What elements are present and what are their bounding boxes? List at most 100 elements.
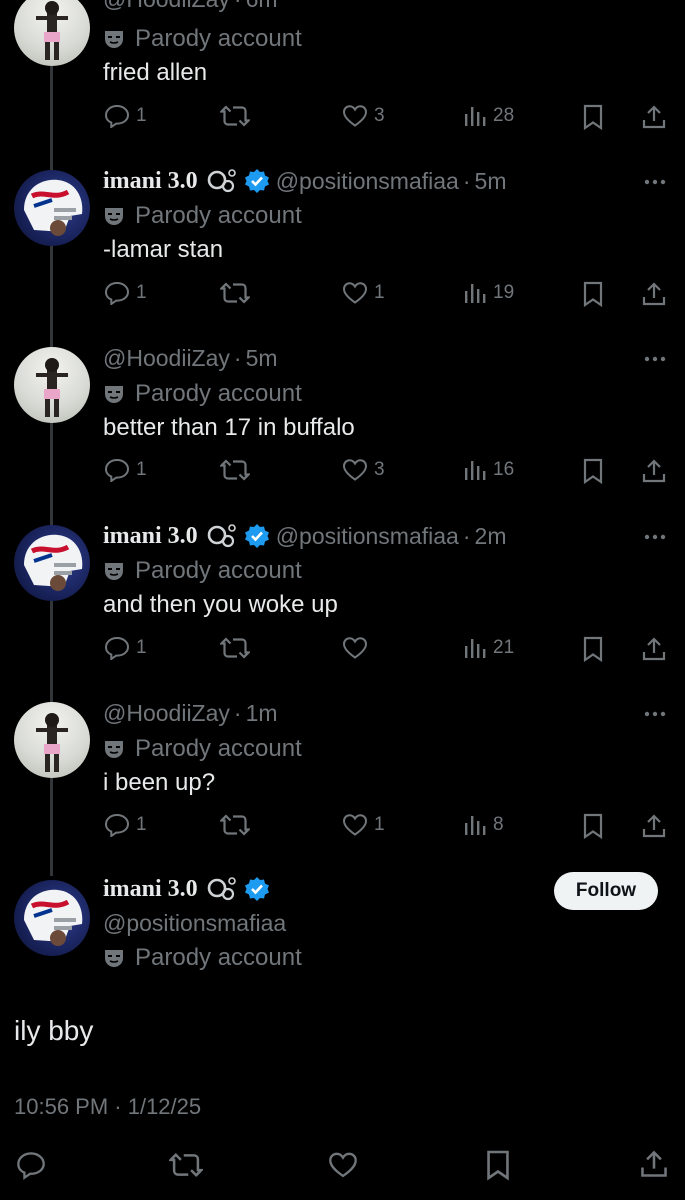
parody-text: Parody account [135, 735, 302, 762]
reply-button[interactable] [16, 1150, 46, 1180]
tweet-header: @HoodiiZay · 1m [103, 700, 278, 727]
handle[interactable]: @positionsmafiaa [276, 523, 459, 550]
like-button[interactable]: 3 [342, 104, 385, 128]
rings-emoji-icon [207, 524, 236, 548]
retweet-button[interactable] [169, 1151, 203, 1179]
views-button[interactable]: 19 [463, 281, 514, 305]
retweet-icon [220, 637, 250, 659]
bookmark-icon [583, 458, 603, 484]
avatar[interactable] [14, 0, 90, 66]
views-button[interactable]: 21 [463, 636, 514, 660]
handle[interactable]: @HoodiiZay [103, 0, 230, 13]
handle[interactable]: @HoodiiZay [103, 345, 230, 372]
handle[interactable]: @positionsmafiaa [276, 168, 459, 195]
retweet-button[interactable] [220, 104, 250, 128]
more-icon[interactable] [643, 349, 667, 374]
avatar[interactable] [14, 347, 90, 423]
heart-icon [329, 1152, 357, 1178]
more-icon[interactable] [643, 172, 667, 197]
separator: · [233, 700, 242, 726]
share-button[interactable] [639, 1149, 669, 1179]
like-button[interactable]: 1 [342, 813, 385, 837]
bookmark-button[interactable] [582, 636, 604, 662]
parody-mask-icon [105, 741, 123, 758]
reply-button[interactable]: 1 [104, 281, 147, 305]
like-button[interactable] [328, 1151, 358, 1179]
share-button[interactable] [641, 813, 667, 839]
like-button[interactable]: 1 [342, 281, 385, 305]
tweet-timestamp[interactable]: 10:56 PM · 1/12/25 [14, 1094, 201, 1120]
display-name[interactable]: imani 3.0 [103, 523, 198, 550]
bookmark-button[interactable] [582, 104, 604, 130]
reply-button[interactable]: 1 [104, 813, 147, 837]
share-button[interactable] [641, 636, 667, 662]
heart-icon [342, 105, 368, 127]
bookmark-icon [583, 813, 603, 839]
reply-button[interactable]: 1 [104, 458, 147, 482]
reply-button[interactable]: 1 [104, 636, 147, 660]
parody-label: Parody account [103, 944, 302, 972]
share-icon [642, 459, 666, 483]
display-name[interactable]: imani 3.0 [103, 876, 198, 903]
views-button[interactable]: 8 [463, 813, 504, 837]
retweet-button[interactable] [220, 458, 250, 482]
parody-mask-icon [105, 31, 123, 48]
handle[interactable]: @positionsmafiaa [103, 910, 286, 937]
bookmark-button[interactable] [582, 281, 604, 307]
parody-mask-icon [105, 563, 123, 580]
retweet-button[interactable] [220, 813, 250, 837]
handle[interactable]: @HoodiiZay [103, 700, 230, 727]
reply-icon [17, 1152, 45, 1180]
retweet-icon [220, 105, 250, 127]
reply-count: 1 [136, 105, 147, 126]
verified-badge-icon[interactable] [244, 523, 270, 549]
bookmark-icon [583, 636, 603, 662]
share-button[interactable] [641, 281, 667, 307]
retweet-icon [220, 814, 250, 836]
tweet-header: @HoodiiZay · 6m [103, 0, 278, 13]
bookmark-button[interactable] [485, 1149, 511, 1181]
parody-mask-icon [105, 950, 123, 967]
tweet-text: i been up? [103, 769, 216, 796]
views-button[interactable]: 28 [463, 104, 514, 128]
timestamp[interactable]: 5m [475, 168, 507, 195]
separator: · [462, 167, 471, 194]
retweet-button[interactable] [220, 281, 250, 305]
follow-button[interactable]: Follow [554, 872, 658, 910]
avatar[interactable] [14, 170, 90, 246]
like-count: 1 [374, 814, 385, 835]
retweet-icon [220, 282, 250, 304]
share-button[interactable] [641, 458, 667, 484]
timestamp[interactable]: 2m [475, 523, 507, 550]
share-button[interactable] [641, 104, 667, 130]
parody-mask-icon [105, 386, 123, 403]
timestamp[interactable]: 5m [246, 345, 278, 372]
more-icon[interactable] [643, 0, 667, 11]
parody-mask-icon [105, 208, 123, 225]
more-icon[interactable] [643, 527, 667, 552]
share-icon [642, 282, 666, 306]
timestamp[interactable]: 1m [246, 700, 278, 727]
heart-icon [342, 814, 368, 836]
like-count: 3 [374, 105, 385, 126]
timestamp[interactable]: 6m [246, 0, 278, 13]
views-button[interactable]: 16 [463, 458, 514, 482]
separator: · [234, 0, 242, 13]
reply-button[interactable]: 1 [104, 104, 147, 128]
bookmark-button[interactable] [582, 458, 604, 484]
separator: · [233, 345, 242, 371]
avatar[interactable] [14, 702, 90, 778]
like-button[interactable]: 3 [342, 458, 385, 482]
avatar[interactable] [14, 525, 90, 601]
tweet-text: -lamar stan [103, 236, 224, 263]
bookmark-button[interactable] [582, 813, 604, 839]
avatar[interactable] [14, 880, 90, 956]
parody-text: Parody account [135, 944, 302, 971]
verified-badge-icon[interactable] [244, 876, 270, 902]
parody-text: Parody account [135, 557, 302, 584]
verified-badge-icon[interactable] [244, 168, 270, 194]
display-name[interactable]: imani 3.0 [103, 168, 198, 195]
like-button[interactable] [342, 636, 374, 660]
retweet-button[interactable] [220, 636, 250, 660]
more-icon[interactable] [643, 704, 667, 729]
